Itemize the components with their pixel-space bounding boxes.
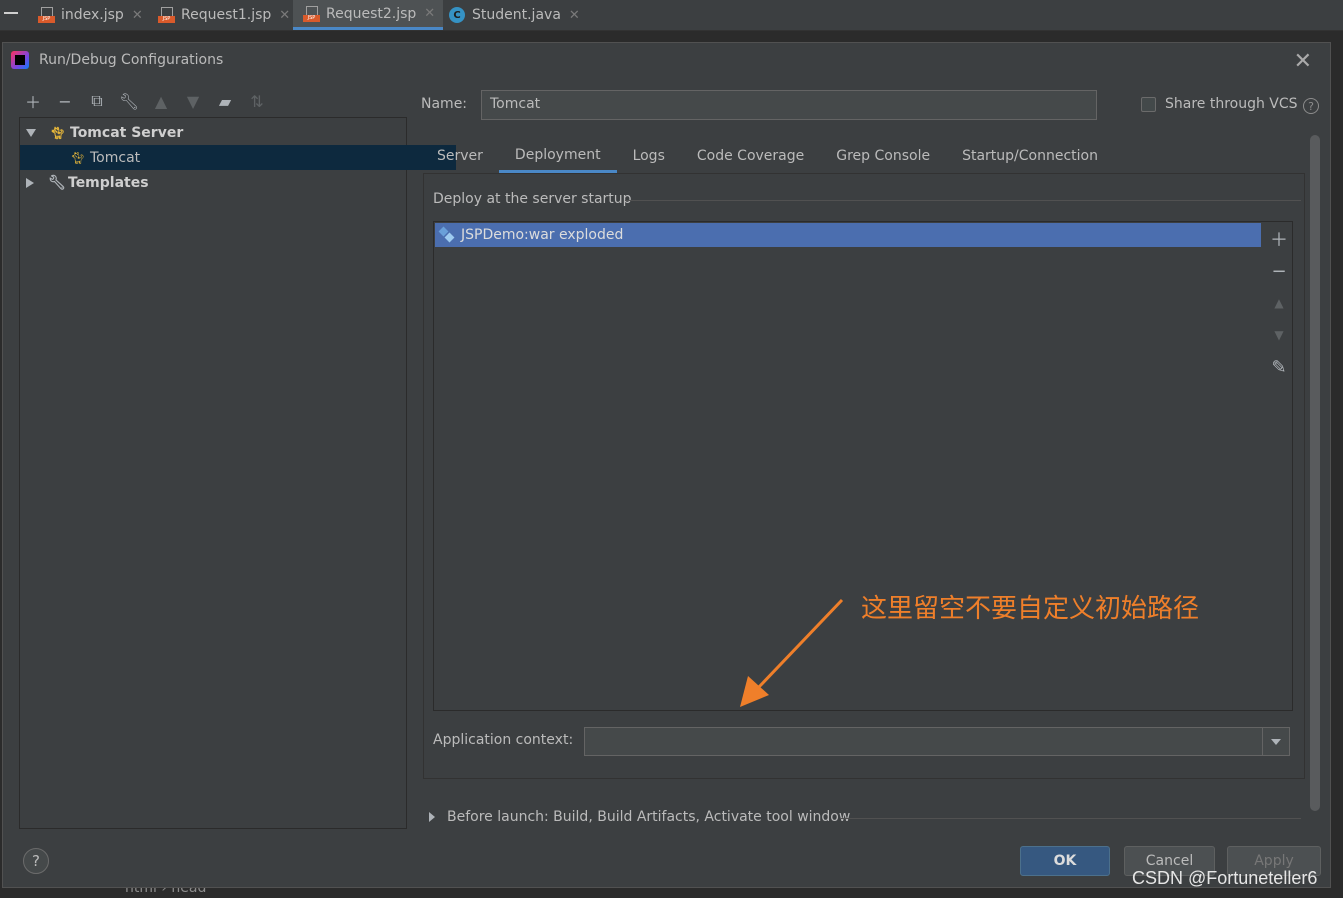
checkbox-icon[interactable] [1141,96,1156,112]
jsp-file-icon: JSP [303,5,320,22]
name-label: Name: [421,96,468,112]
tab-deployment[interactable]: Deployment [498,139,617,173]
config-tree: 🐈︎ Tomcat Server 🐈︎ Tomcat 🔧︎ Templates [19,117,456,829]
minimize-icon[interactable] [4,12,18,14]
section-divider [841,818,1301,819]
deploy-list[interactable] [433,221,1293,711]
editor-tab-request2[interactable]: JSP Request2.jsp ✕ [293,0,444,30]
editor-tab-student[interactable]: C Student.java ✕ [449,0,580,30]
expand-arrow-icon[interactable] [26,128,36,137]
tree-item-tomcat-server[interactable]: 🐈︎ Tomcat Server [20,120,412,145]
intellij-logo-icon [11,51,29,69]
sort-icon[interactable]: ⇅ [247,91,267,111]
tree-item-label: Templates [68,174,149,191]
move-up-icon[interactable]: ▲ [1265,287,1293,319]
new-folder-icon[interactable]: ▰ [215,91,235,111]
ok-button[interactable]: OK [1020,846,1110,876]
close-tab-icon[interactable]: ✕ [569,8,580,23]
move-up-icon[interactable]: ▲ [151,91,171,111]
add-icon[interactable]: ＋ [23,91,43,112]
tab-server[interactable]: Server [421,139,499,173]
java-class-icon: C [449,7,465,23]
deploy-side-toolbar: ＋ − ▲ ▼ ✎ [1265,223,1293,383]
close-tab-icon[interactable]: ✕ [424,6,435,21]
before-launch-label: Before launch: Build, Build Artifacts, A… [447,809,851,825]
tab-label: Request1.jsp [181,7,272,23]
close-tab-icon[interactable]: ✕ [279,8,290,23]
deploy-list-item[interactable]: JSPDemo:war exploded [435,223,1261,247]
tab-label: Student.java [472,7,561,23]
help-button[interactable]: ? [23,848,49,874]
share-vcs-checkbox[interactable]: Share through VCS [1141,96,1298,112]
move-down-icon[interactable]: ▼ [1265,319,1293,351]
tab-label: Request2.jsp [326,5,417,22]
tree-item-label: Tomcat Server [70,124,184,141]
deploy-section-label: Deploy at the server startup [433,191,632,207]
tomcat-icon: 🐈︎ [50,125,66,140]
wrench-icon[interactable]: 🔧︎ [119,91,139,111]
tab-code-coverage[interactable]: Code Coverage [681,139,820,173]
editor-tab-request1[interactable]: JSP Request1.jsp ✕ [158,0,290,30]
deploy-item-label: JSPDemo:war exploded [461,227,624,243]
remove-artifact-icon[interactable]: − [1265,255,1293,287]
artifact-icon [438,226,456,244]
app-context-label: Application context: [433,732,574,748]
chevron-down-icon [1271,738,1281,745]
copy-icon[interactable]: ⧉ [87,91,107,111]
app-context-field[interactable] [584,727,1264,756]
tree-item-label: Tomcat [90,149,141,166]
jsp-file-icon: JSP [158,7,175,23]
config-toolbar: ＋ − ⧉ 🔧︎ ▲ ▼ ▰ ⇅ [23,91,267,112]
annotation-text: 这里留空不要自定义初始路径 [861,594,1200,624]
edit-pencil-icon[interactable]: ✎ [1265,351,1293,383]
jsp-file-icon: JSP [38,7,55,23]
vertical-scrollbar[interactable] [1310,135,1320,811]
tab-grep-console[interactable]: Grep Console [820,139,946,173]
move-down-icon[interactable]: ▼ [183,91,203,111]
tree-item-tomcat[interactable]: 🐈︎ Tomcat [20,145,456,170]
tab-label: index.jsp [61,7,124,23]
collapse-arrow-icon[interactable] [26,177,34,188]
add-artifact-icon[interactable]: ＋ [1265,223,1293,255]
close-tab-icon[interactable]: ✕ [132,8,143,23]
help-icon[interactable]: ? [1303,98,1319,114]
watermark: CSDN @Fortuneteller6 [1132,868,1318,888]
run-debug-dialog: Run/Debug Configurations ✕ ＋ − ⧉ 🔧︎ ▲ ▼ … [2,42,1331,888]
editor-tab-index[interactable]: JSP index.jsp ✕ [38,0,143,30]
editor-tab-bar: JSP index.jsp ✕ JSP Request1.jsp ✕ JSP R… [0,0,1343,31]
remove-icon[interactable]: − [55,91,75,111]
close-icon[interactable]: ✕ [1294,49,1312,74]
before-launch-section[interactable]: Before launch: Build, Build Artifacts, A… [429,809,850,825]
dialog-title: Run/Debug Configurations [39,52,224,68]
dialog-title-bar: Run/Debug Configurations [11,51,223,69]
section-divider [625,200,1301,201]
wrench-icon: 🔧︎ [48,174,66,191]
tab-logs[interactable]: Logs [617,139,681,173]
tree-item-templates[interactable]: 🔧︎ Templates [20,170,412,195]
name-field[interactable]: Tomcat [481,90,1097,120]
app-context-dropdown[interactable] [1262,727,1290,756]
tomcat-icon: 🐈︎ [70,150,86,165]
expand-arrow-icon[interactable] [429,812,435,822]
share-vcs-label: Share through VCS [1165,96,1298,112]
config-tabs: Server Deployment Logs Code Coverage Gre… [421,139,1114,173]
tab-startup-connection[interactable]: Startup/Connection [946,139,1114,173]
